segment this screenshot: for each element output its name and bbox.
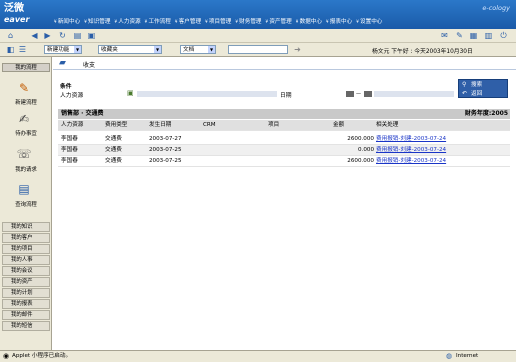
fiscal-year: 财务年度:2005 bbox=[464, 110, 508, 117]
col-type: 费用类型 bbox=[105, 122, 128, 128]
sidebar-btn-projects[interactable]: 我的项目 bbox=[2, 244, 50, 254]
nav-item[interactable]: 资产管理 bbox=[264, 17, 294, 25]
logo: 泛微 bbox=[4, 3, 24, 14]
table-row: 李国春 交通费 2003-07-25 0.000 费用报销-刘建-2003-07… bbox=[58, 145, 510, 156]
sidebar-btn-hr[interactable]: 我的人事 bbox=[2, 255, 50, 265]
user-greeting: 杨文元 下午好 : 今天2003年10月30日 bbox=[372, 49, 473, 55]
nav-item[interactable]: 知识管理 bbox=[82, 17, 112, 25]
nav-item[interactable]: 数据中心 bbox=[294, 17, 324, 25]
dept-label: 人力资源 bbox=[60, 93, 84, 99]
forward-icon[interactable]: ▶ bbox=[43, 31, 52, 40]
brand-label: e-cology bbox=[482, 4, 510, 12]
nav-item[interactable]: 设置中心 bbox=[354, 17, 384, 25]
print-icon[interactable]: ▤ bbox=[73, 31, 82, 40]
conditions-label: 条件 bbox=[60, 84, 72, 90]
refresh-icon[interactable]: ↻ bbox=[58, 31, 67, 40]
page-title: 收支 bbox=[83, 62, 96, 69]
table-row: 李国春 交通费 2003-07-27 2600.000 费用报销-刘建-2003… bbox=[58, 134, 510, 145]
menu-item-search[interactable]: ⚲ 搜索 bbox=[461, 81, 506, 89]
sidebar-item-todo[interactable]: 待办事宜 bbox=[0, 129, 52, 137]
sidebar-btn-knowledge[interactable]: 我的知识 bbox=[2, 222, 50, 232]
dept-field[interactable] bbox=[137, 91, 277, 97]
sidebar-btn-sms[interactable]: 我的短信 bbox=[2, 321, 50, 331]
layout-icon[interactable]: ◧ bbox=[6, 45, 15, 54]
col-date: 发生日期 bbox=[149, 122, 172, 128]
back-icon: ↶ bbox=[462, 90, 468, 97]
logout-icon[interactable]: ⏻ bbox=[499, 31, 508, 40]
date-to-picker[interactable] bbox=[364, 91, 372, 97]
browse-dept-icon[interactable]: ▣ bbox=[127, 90, 135, 97]
search-go-icon[interactable]: ➜ bbox=[293, 45, 302, 54]
date-label: 日期 bbox=[280, 93, 292, 99]
expense-link[interactable]: 费用报销-刘建-2003-07-24 bbox=[376, 156, 446, 166]
nav-item[interactable]: 新闻中心 bbox=[52, 17, 82, 25]
sidebar-btn-assets[interactable]: 我的资产 bbox=[2, 277, 50, 287]
status-bar: ◉ Applet 小程序已启动。 ◍ Internet bbox=[0, 350, 516, 362]
mail-icon[interactable]: ✉ bbox=[440, 31, 449, 40]
logo-text: eaver bbox=[4, 15, 30, 24]
col-person: 人力资源 bbox=[61, 122, 84, 128]
globe-icon: ◍ bbox=[446, 352, 453, 360]
new-function-select[interactable]: 新建功能 ▼ bbox=[44, 45, 82, 54]
section-header: 销售部 · 交通费 财务年度:2005 bbox=[58, 109, 510, 119]
col-amount: 金额 bbox=[333, 122, 345, 128]
sidebar-header[interactable]: 我的流程 bbox=[2, 63, 50, 72]
zone-label: Internet bbox=[456, 353, 479, 359]
sidebar-item-query-flow[interactable]: 查询流程 bbox=[0, 200, 52, 208]
toolbar-secondary: ◧ ☰ 新建功能 ▼ 收藏夹 ▼ 文档 ▼ ➜ 杨文元 下午好 : 今天2003年10… bbox=[0, 43, 516, 57]
back-icon[interactable]: ◀ bbox=[30, 31, 39, 40]
app-header: 泛微 eaver e-cology 新闻中心 知识管理 人力资源 工作流程 客户… bbox=[0, 0, 516, 29]
nav-item[interactable]: 报表中心 bbox=[324, 17, 354, 25]
home-icon[interactable]: ⌂ bbox=[6, 31, 15, 40]
top-nav: 新闻中心 知识管理 人力资源 工作流程 客户管理 项目管理 财务管理 资产管理 … bbox=[52, 17, 384, 25]
nav-item[interactable]: 工作流程 bbox=[143, 17, 173, 25]
sidebar: 我的流程 ✎ 新建流程 ✍ 待办事宜 ☏ 我的请求 ▤ 查询流程 我的知识 我的… bbox=[0, 57, 52, 350]
search-input[interactable] bbox=[228, 45, 288, 54]
sidebar-btn-plans[interactable]: 我的计划 bbox=[2, 288, 50, 298]
sidebar-btn-customers[interactable]: 我的客户 bbox=[2, 233, 50, 243]
new-flow-icon[interactable]: ✎ bbox=[13, 81, 35, 95]
todo-icon[interactable]: ✍ bbox=[13, 112, 35, 126]
doc-icon[interactable]: ▥ bbox=[484, 31, 493, 40]
nav-item[interactable]: 客户管理 bbox=[173, 17, 203, 25]
query-flow-icon[interactable]: ▤ bbox=[13, 182, 35, 196]
sidebar-btn-reports[interactable]: 我的报表 bbox=[2, 299, 50, 309]
sidebar-btn-mail[interactable]: 我的邮件 bbox=[2, 310, 50, 320]
date-field[interactable] bbox=[374, 91, 454, 97]
col-project: 项目 bbox=[268, 122, 280, 128]
menu-item-back[interactable]: ↶ 返回 bbox=[461, 90, 506, 98]
col-crm: CRM bbox=[203, 122, 216, 128]
doc-type-select[interactable]: 文档 ▼ bbox=[180, 45, 216, 54]
expense-link[interactable]: 费用报销-刘建-2003-07-24 bbox=[376, 145, 446, 155]
expense-link[interactable]: 费用报销-刘建-2003-07-24 bbox=[376, 134, 446, 144]
status-text: Applet 小程序已启动。 bbox=[12, 353, 72, 359]
toolbar-main: ⌂ ◀ ▶ ↻ ▤ ▣ ✉ ✎ ▦ ▥ ⏻ bbox=[0, 29, 516, 43]
col-action: 相关处理 bbox=[376, 122, 399, 128]
context-menu: ⚲ 搜索 ↶ 返回 bbox=[458, 79, 508, 98]
section-title: 销售部 · 交通费 bbox=[61, 110, 104, 117]
status-icon: ◉ bbox=[3, 352, 10, 360]
menu-icon[interactable]: ☰ bbox=[18, 45, 27, 54]
request-icon[interactable]: ☏ bbox=[13, 147, 35, 161]
sidebar-item-new-flow[interactable]: 新建流程 bbox=[0, 98, 52, 106]
nav-item[interactable]: 人力资源 bbox=[112, 17, 142, 25]
date-from-picker[interactable] bbox=[346, 91, 354, 97]
page-title-bar: ▰ 收支 bbox=[53, 57, 516, 70]
table-row: 李国春 交通费 2003-07-25 2600.000 费用报销-刘建-2003… bbox=[58, 156, 510, 167]
note-icon[interactable]: ✎ bbox=[455, 31, 464, 40]
calendar-icon[interactable]: ▦ bbox=[469, 31, 478, 40]
folder-icon: ▰ bbox=[59, 58, 66, 68]
search-icon: ⚲ bbox=[462, 81, 467, 88]
save-icon[interactable]: ▣ bbox=[87, 31, 96, 40]
date-separator: — bbox=[356, 91, 361, 97]
nav-item[interactable]: 财务管理 bbox=[233, 17, 263, 25]
table-header: 人力资源 费用类型 发生日期 CRM 项目 金额 相关处理 bbox=[58, 120, 510, 131]
nav-item[interactable]: 项目管理 bbox=[203, 17, 233, 25]
sidebar-item-request[interactable]: 我的请求 bbox=[0, 165, 52, 173]
favorites-select[interactable]: 收藏夹 ▼ bbox=[98, 45, 162, 54]
sidebar-btn-meetings[interactable]: 我的会议 bbox=[2, 266, 50, 276]
